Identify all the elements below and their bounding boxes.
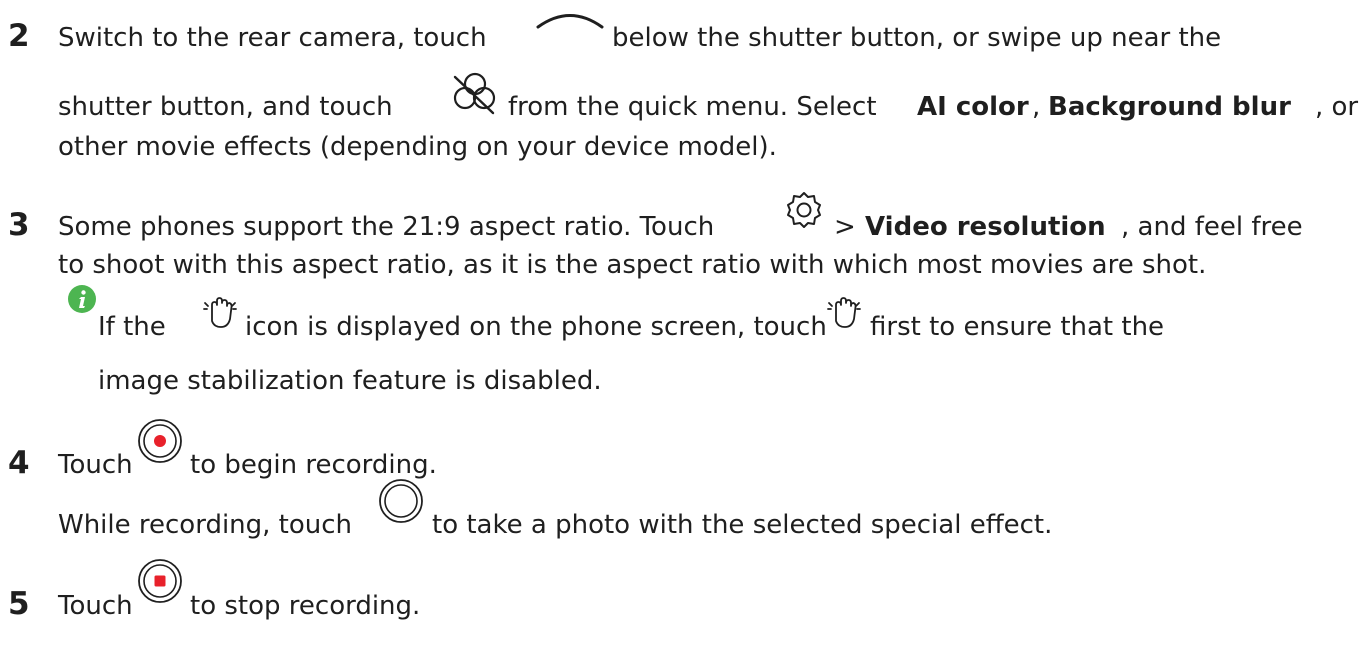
chevron-up-icon [536, 14, 604, 29]
step-4-text-line-1b: to begin recording. [190, 450, 437, 480]
step-3-text-line-2: to shoot with this aspect ratio, as it i… [58, 250, 1207, 280]
step-2-text-line-3: other movie effects (depending on your d… [58, 132, 777, 162]
shutter-button-icon [379, 479, 423, 523]
note-text-line-1a: If the [98, 312, 166, 342]
step-2-text-line-1b: below the shutter button, or swipe up ne… [612, 23, 1222, 53]
step-4-text-line-1a: Touch [58, 450, 133, 480]
step-3-bold-video-resolution: Video resolution [865, 212, 1106, 242]
step-4-text-line-2b: to take a photo with the selected specia… [432, 510, 1053, 540]
step-number-5: 5 [8, 586, 30, 622]
step-2-bold-background-blur: Background blur [1048, 92, 1291, 122]
settings-icon [787, 192, 821, 228]
info-icon [68, 285, 96, 313]
step-5-text-line-1a: Touch [58, 591, 133, 621]
step-number-3: 3 [8, 207, 30, 243]
record-button-icon [138, 419, 182, 463]
step-2-text-line-2c: , or [1315, 92, 1359, 122]
step-number-2: 2 [8, 18, 30, 54]
movie-effects-icon [453, 72, 496, 115]
step-3-text-line-1c: , and feel free [1121, 212, 1303, 242]
step-2-text-line-2b: from the quick menu. Select [508, 92, 877, 122]
step-2-text-line-2a: shutter button, and touch [58, 92, 393, 122]
step-4-text-line-2a: While recording, touch [58, 510, 353, 540]
stabilization-hand-icon [827, 297, 861, 328]
stabilization-hand-icon [203, 297, 237, 328]
note-text-line-1b: icon is displayed on the phone screen, t… [245, 312, 827, 342]
note-text-line-2: image stabilization feature is disabled. [98, 366, 602, 396]
step-5-text-line-1b: to stop recording. [190, 591, 421, 621]
step-2-bold-ai-color: AI color [917, 92, 1029, 122]
step-3-text-line-1b: > [834, 212, 856, 242]
note-text-line-1c: first to ensure that the [870, 312, 1165, 342]
stop-button-icon [138, 559, 182, 603]
step-2-separator: , [1032, 92, 1041, 122]
step-3-text-line-1a: Some phones support the 21:9 aspect rati… [58, 212, 715, 242]
step-number-4: 4 [8, 445, 30, 481]
step-2-text-line-1a: Switch to the rear camera, touch [58, 23, 487, 53]
